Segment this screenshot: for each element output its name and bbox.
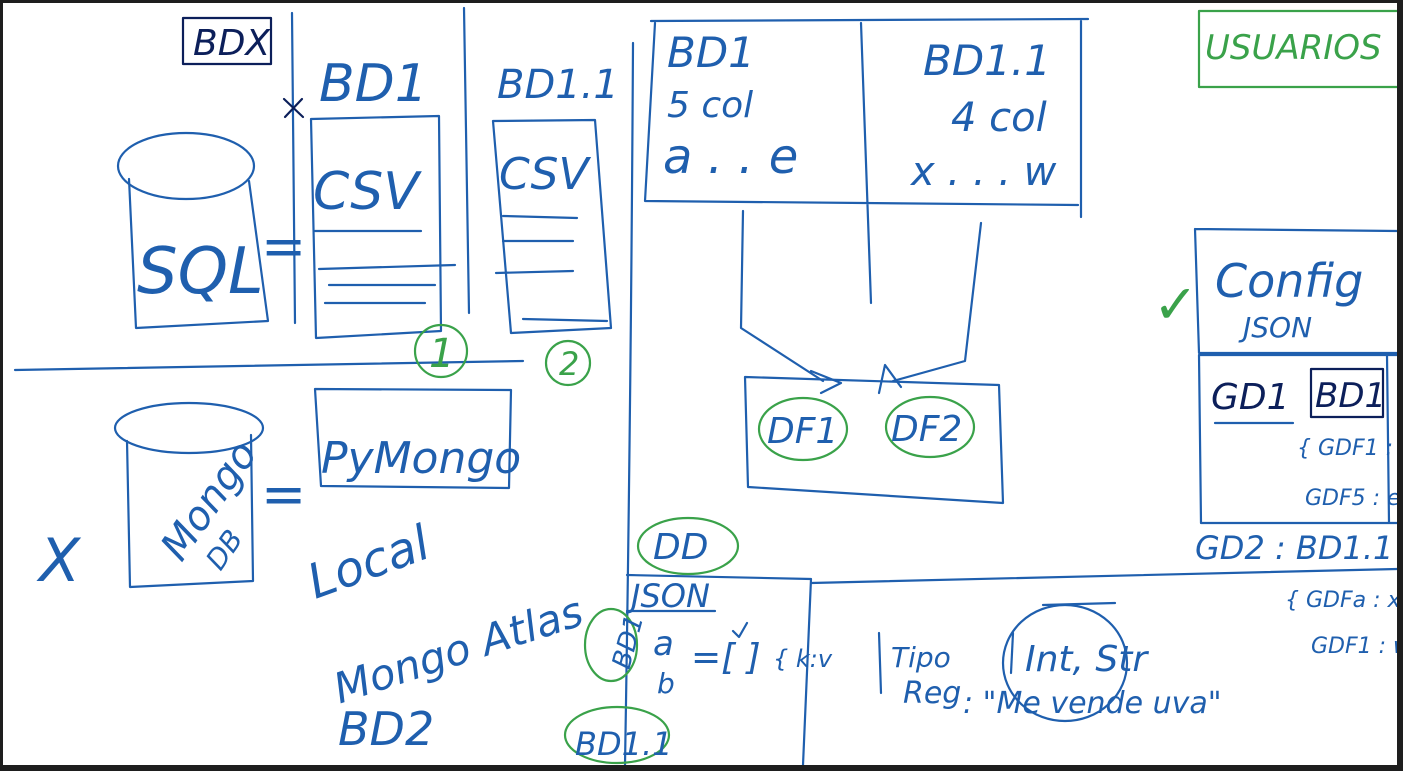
table-4col-label: 4 col xyxy=(951,95,1047,141)
code-list-label: =[ ] xyxy=(691,637,761,678)
code-a-label: a xyxy=(653,624,674,664)
bd1-side-label: BD1 xyxy=(607,612,650,672)
usuarios-label: USUARIOS xyxy=(1205,28,1382,68)
gdf1-w-label: GDF1 : w xyxy=(1311,634,1397,659)
marker-1-label: 1 xyxy=(429,331,454,377)
tipo-label: Tipo xyxy=(891,641,951,674)
table-bd1-label: BD1 xyxy=(667,28,755,77)
gd1-bd-label: BD1 xyxy=(1315,376,1386,416)
bd2-label: BD2 xyxy=(338,702,434,756)
csv-1-label: CSV xyxy=(313,162,422,222)
local-label: Local xyxy=(300,515,437,611)
bd11-header: BD1.1 xyxy=(497,62,619,108)
gdf5-label: GDF5 : e xyxy=(1305,486,1397,511)
csv-file-1 xyxy=(309,114,457,340)
config-label: Config xyxy=(1215,254,1363,308)
gdfa-label: { GDFa : x xyxy=(1285,588,1397,613)
reg-value: : "Me vende uva" xyxy=(963,686,1222,721)
bdx-label: BDX xyxy=(193,23,271,64)
table-bd11-label: BD1.1 xyxy=(923,36,1051,85)
whiteboard-canvas[interactable]: BDX BD1 BD1.1 SQL = CSV 1 CSV 2 Mongo DB… xyxy=(3,3,1397,765)
mongo-atlas-label: Mongo Atlas xyxy=(328,587,589,714)
marker-2-label: 2 xyxy=(559,345,579,383)
json-block-divider xyxy=(877,631,883,695)
gdf1-label: { GDF1 : a xyxy=(1297,436,1397,461)
reg-label: Reg xyxy=(903,676,961,711)
tipo-overline xyxy=(1041,601,1117,607)
table-ae-label: a . . e xyxy=(663,129,798,185)
arrow-to-df1 xyxy=(739,209,843,395)
bd11-side-label: BD1.1 xyxy=(575,725,672,763)
bd1-header: BD1 xyxy=(319,54,428,114)
pymongo-label: PyMongo xyxy=(321,433,521,484)
equals-sign-1: = xyxy=(261,215,306,278)
table-5col-label: 5 col xyxy=(667,85,753,126)
cross-label: X xyxy=(36,526,82,596)
json-block-label: JSON xyxy=(625,577,710,615)
code-b-label: b xyxy=(657,667,675,700)
arrow-to-df2 xyxy=(877,221,983,395)
equals-sign-2: = xyxy=(261,463,306,526)
ink-layer: BDX BD1 BD1.1 SQL = CSV 1 CSV 2 Mongo DB… xyxy=(13,6,1397,765)
config-json-label: JSON xyxy=(1238,311,1312,344)
df1-label: DF1 xyxy=(767,411,838,452)
checkmark: ✓ xyxy=(1153,273,1198,336)
pointer-mark xyxy=(731,621,749,639)
df2-label: DF2 xyxy=(891,409,962,450)
tipo-divider xyxy=(1009,631,1015,675)
csv-2-label: CSV xyxy=(499,149,591,200)
gd1-label: GD1 xyxy=(1211,377,1290,418)
table-xw-label: x . . . w xyxy=(909,149,1057,195)
divider-vertical-2 xyxy=(462,6,471,315)
tipo-value: Int, Str xyxy=(1025,639,1149,680)
sql-label: SQL xyxy=(137,235,264,309)
dd-label: DD xyxy=(653,527,708,568)
code-kv-label: { k:v xyxy=(773,645,833,673)
gd2-label: GD2 : BD1.1 xyxy=(1195,529,1393,567)
